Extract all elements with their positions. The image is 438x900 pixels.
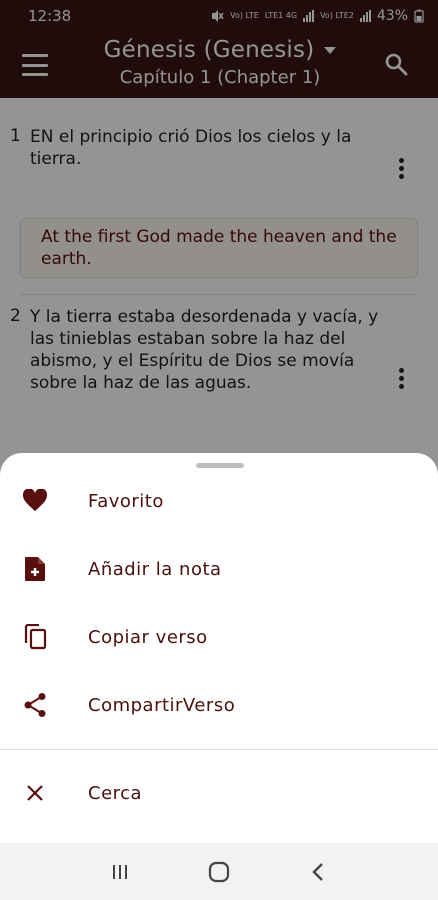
favorite-label: Favorito — [88, 490, 164, 512]
copy-verse-label: Copiar verso — [88, 626, 208, 648]
favorite-button[interactable]: Favorito — [0, 471, 438, 531]
share-verse-label: CompartirVerso — [88, 694, 236, 716]
system-nav-bar — [0, 843, 438, 900]
recents-icon — [112, 864, 127, 879]
copy-verse-button[interactable]: Copiar verso — [0, 607, 438, 667]
drag-handle[interactable] — [196, 463, 244, 468]
share-icon — [22, 692, 48, 718]
copy-icon — [22, 624, 48, 650]
add-note-label: Añadir la nota — [88, 558, 222, 580]
add-note-button[interactable]: Añadir la nota — [0, 539, 438, 599]
home-button[interactable] — [199, 852, 239, 892]
divider — [0, 749, 438, 750]
recents-button[interactable] — [100, 852, 140, 892]
back-icon — [312, 862, 324, 881]
share-verse-button[interactable]: CompartirVerso — [0, 675, 438, 735]
close-sheet-button[interactable]: Cerca — [0, 763, 438, 823]
heart-icon — [22, 488, 48, 514]
close-sheet-label: Cerca — [88, 782, 143, 804]
note-add-icon — [22, 556, 48, 582]
verse-actions-sheet: Favorito Añadir la nota Copiar verso Com… — [0, 453, 438, 843]
back-button[interactable] — [298, 852, 338, 892]
home-icon — [208, 861, 230, 882]
close-icon — [22, 780, 48, 806]
